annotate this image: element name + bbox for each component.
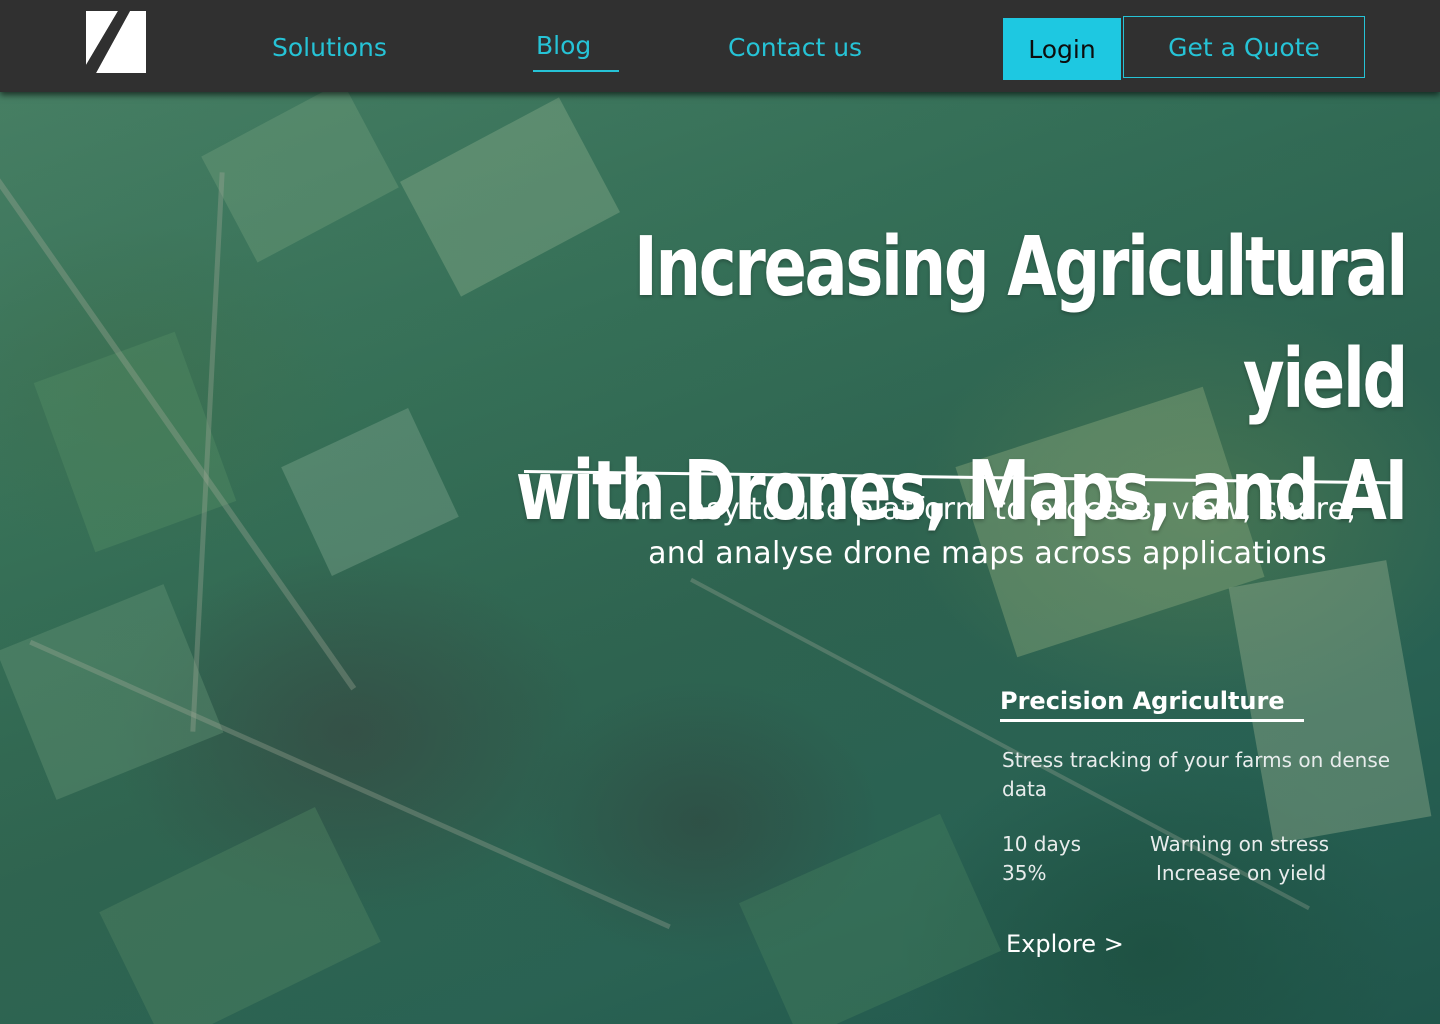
stat-value: 10 days — [1002, 832, 1082, 856]
hero-subtitle-line2: and analyse drone maps across applicatio… — [648, 536, 1327, 571]
login-button[interactable]: Login — [1003, 18, 1121, 80]
stat-label: Increase on yield — [1156, 861, 1327, 885]
stat-value: 35% — [1002, 861, 1047, 885]
stat-label: Warning on stress — [1150, 832, 1330, 856]
brand-logo-icon[interactable] — [84, 11, 148, 73]
hero-subtitle-line1: An easy to use platform to process, view… — [618, 492, 1357, 527]
hero-subtitle: An easy to use platform to process, view… — [520, 488, 1440, 576]
feature-title-underline — [1000, 719, 1304, 722]
active-nav-indicator — [533, 70, 619, 72]
feature-description: Stress tracking of your farms on dense d… — [1002, 748, 1391, 801]
hero-headline-line1: Increasing Agricultural yield — [634, 220, 1408, 427]
nav-link-blog[interactable]: Blog — [536, 26, 591, 66]
explore-link[interactable]: Explore > — [1006, 930, 1124, 958]
top-navigation-bar: Solutions Blog Contact us Login Get a Qu… — [0, 0, 1440, 92]
nav-link-contact-us[interactable]: Contact us — [728, 28, 862, 68]
get-a-quote-button[interactable]: Get a Quote — [1123, 16, 1365, 78]
feature-title: Precision Agriculture — [1000, 687, 1285, 715]
nav-link-solutions[interactable]: Solutions — [272, 28, 387, 68]
hero-section: Increasing Agricultural yield with Drone… — [0, 92, 1440, 1024]
